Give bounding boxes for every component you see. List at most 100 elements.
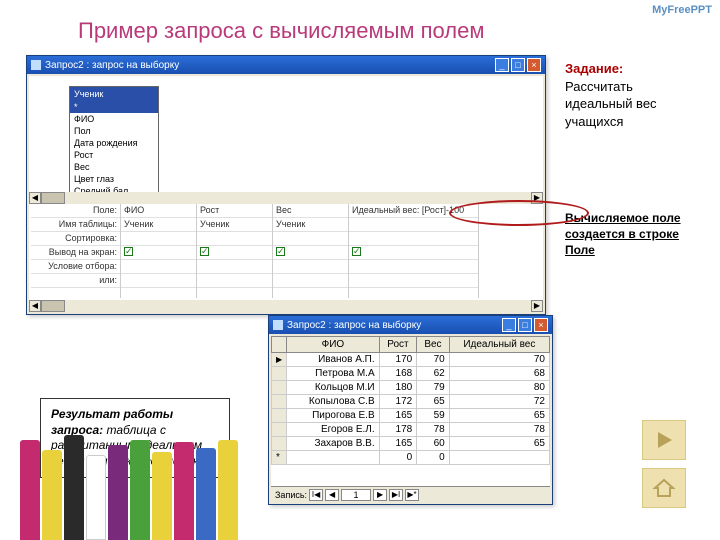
table-row[interactable]: Копылова С.В1726572 — [272, 395, 550, 409]
cell[interactable]: 72 — [449, 395, 549, 409]
cell[interactable]: Копылова С.В — [287, 395, 379, 409]
field-item[interactable]: Вес — [70, 161, 158, 173]
table-row[interactable]: Пирогова Е.В1655965 — [272, 409, 550, 423]
home-button[interactable] — [642, 468, 686, 508]
source-table[interactable]: Ученик * ФИО Пол Дата рождения Рост Вес … — [69, 86, 159, 198]
checkbox-icon[interactable] — [276, 247, 285, 256]
col-header[interactable]: ФИО — [287, 337, 379, 353]
nav-position[interactable]: 1 — [341, 489, 371, 501]
grid-column[interactable]: Вес Ученик — [273, 204, 349, 298]
cell[interactable]: Кольцов М.И — [287, 381, 379, 395]
cell[interactable]: 170 — [379, 353, 417, 367]
field-cell[interactable]: Вес — [273, 204, 348, 218]
table-row[interactable]: Егоров Е.Л.1787878 — [272, 423, 550, 437]
minimize-button[interactable]: _ — [495, 58, 509, 72]
table-cell[interactable] — [349, 218, 478, 232]
scroll-left-icon[interactable]: ◀ — [29, 300, 41, 312]
nav-new-icon[interactable]: ▶* — [405, 489, 419, 501]
grid-column[interactable]: Рост Ученик — [197, 204, 273, 298]
cell[interactable]: 59 — [417, 409, 449, 423]
cell[interactable]: Петрова М.А — [287, 367, 379, 381]
table-row[interactable]: Захаров В.В.1656065 — [272, 437, 550, 451]
grid-column-computed[interactable]: Идеальный вес: [Рост]-100 — [349, 204, 479, 298]
nav-first-icon[interactable]: I◀ — [309, 489, 323, 501]
nav-next-icon[interactable]: ▶ — [373, 489, 387, 501]
checkbox-icon[interactable] — [352, 247, 361, 256]
field-item[interactable]: Дата рождения — [70, 137, 158, 149]
field-cell[interactable]: Рост — [197, 204, 272, 218]
upper-scrollbar[interactable]: ◀ ▶ — [29, 192, 543, 204]
cell[interactable]: 168 — [379, 367, 417, 381]
scroll-thumb[interactable] — [41, 192, 65, 204]
titlebar[interactable]: Запрос2 : запрос на выборку _ □ × — [27, 56, 545, 74]
cell[interactable]: 0 — [417, 451, 449, 465]
cell[interactable]: Пирогова Е.В — [287, 409, 379, 423]
row-selector[interactable] — [272, 409, 287, 423]
row-selector[interactable] — [272, 423, 287, 437]
checkbox-icon[interactable] — [124, 247, 133, 256]
field-item[interactable]: Цвет глаз — [70, 173, 158, 185]
cell[interactable]: 78 — [417, 423, 449, 437]
cell[interactable]: 70 — [449, 353, 549, 367]
cell[interactable]: 178 — [379, 423, 417, 437]
field-cell[interactable]: ФИО — [121, 204, 196, 218]
scroll-thumb[interactable] — [41, 300, 65, 312]
cell[interactable]: 65 — [449, 437, 549, 451]
field-item[interactable]: Рост — [70, 149, 158, 161]
table-row[interactable]: Петрова М.А1686268 — [272, 367, 550, 381]
record-navigator[interactable]: Запись: I◀ ◀ 1 ▶ ▶I ▶* — [271, 486, 550, 502]
col-header[interactable]: Идеальный вес — [449, 337, 549, 353]
cell[interactable]: 180 — [379, 381, 417, 395]
field-cell[interactable]: Идеальный вес: [Рост]-100 — [349, 204, 478, 218]
table-cell[interactable]: Ученик — [273, 218, 348, 232]
scroll-right-icon[interactable]: ▶ — [531, 300, 543, 312]
table-cell[interactable]: Ученик — [197, 218, 272, 232]
field-item[interactable]: Пол — [70, 125, 158, 137]
cell[interactable]: 65 — [417, 395, 449, 409]
table-cell[interactable]: Ученик — [121, 218, 196, 232]
cell[interactable]: 165 — [379, 409, 417, 423]
minimize-button[interactable]: _ — [502, 318, 516, 332]
table-row[interactable]: Иванов А.П.1707070 — [272, 353, 550, 367]
cell[interactable]: 78 — [449, 423, 549, 437]
cell[interactable]: 68 — [449, 367, 549, 381]
row-selector[interactable] — [272, 381, 287, 395]
cell[interactable]: 172 — [379, 395, 417, 409]
next-slide-button[interactable] — [642, 420, 686, 460]
nav-prev-icon[interactable]: ◀ — [325, 489, 339, 501]
grid-column[interactable]: ФИО Ученик — [121, 204, 197, 298]
sort-cell[interactable] — [121, 232, 196, 246]
cell[interactable] — [287, 451, 379, 465]
show-cell[interactable] — [121, 246, 196, 260]
qbe-grid[interactable]: Поле: Имя таблицы: Сортировка: Вывод на … — [31, 204, 541, 298]
row-selector[interactable] — [272, 437, 287, 451]
close-button[interactable]: × — [534, 318, 548, 332]
cell[interactable]: 65 — [449, 409, 549, 423]
scroll-right-icon[interactable]: ▶ — [531, 192, 543, 204]
cell[interactable]: 80 — [449, 381, 549, 395]
cell[interactable]: 60 — [417, 437, 449, 451]
maximize-button[interactable]: □ — [518, 318, 532, 332]
close-button[interactable]: × — [527, 58, 541, 72]
nav-last-icon[interactable]: ▶I — [389, 489, 403, 501]
new-row[interactable]: * 00 — [272, 451, 550, 465]
col-header[interactable]: Рост — [379, 337, 417, 353]
cell[interactable]: Иванов А.П. — [287, 353, 379, 367]
result-table[interactable]: ФИО Рост Вес Идеальный вес Иванов А.П.17… — [271, 336, 550, 465]
cell[interactable]: 0 — [379, 451, 417, 465]
row-selector[interactable] — [272, 395, 287, 409]
maximize-button[interactable]: □ — [511, 58, 525, 72]
cell[interactable] — [449, 451, 549, 465]
cell[interactable]: 62 — [417, 367, 449, 381]
cell[interactable]: Захаров В.В. — [287, 437, 379, 451]
cell[interactable]: 79 — [417, 381, 449, 395]
cell[interactable]: 70 — [417, 353, 449, 367]
checkbox-icon[interactable] — [200, 247, 209, 256]
row-selector[interactable]: * — [272, 451, 287, 465]
scroll-left-icon[interactable]: ◀ — [29, 192, 41, 204]
titlebar[interactable]: Запрос2 : запрос на выборку _ □ × — [269, 316, 552, 334]
cell[interactable]: Егоров Е.Л. — [287, 423, 379, 437]
col-header[interactable]: Вес — [417, 337, 449, 353]
cell[interactable]: 165 — [379, 437, 417, 451]
row-selector[interactable] — [272, 353, 287, 367]
